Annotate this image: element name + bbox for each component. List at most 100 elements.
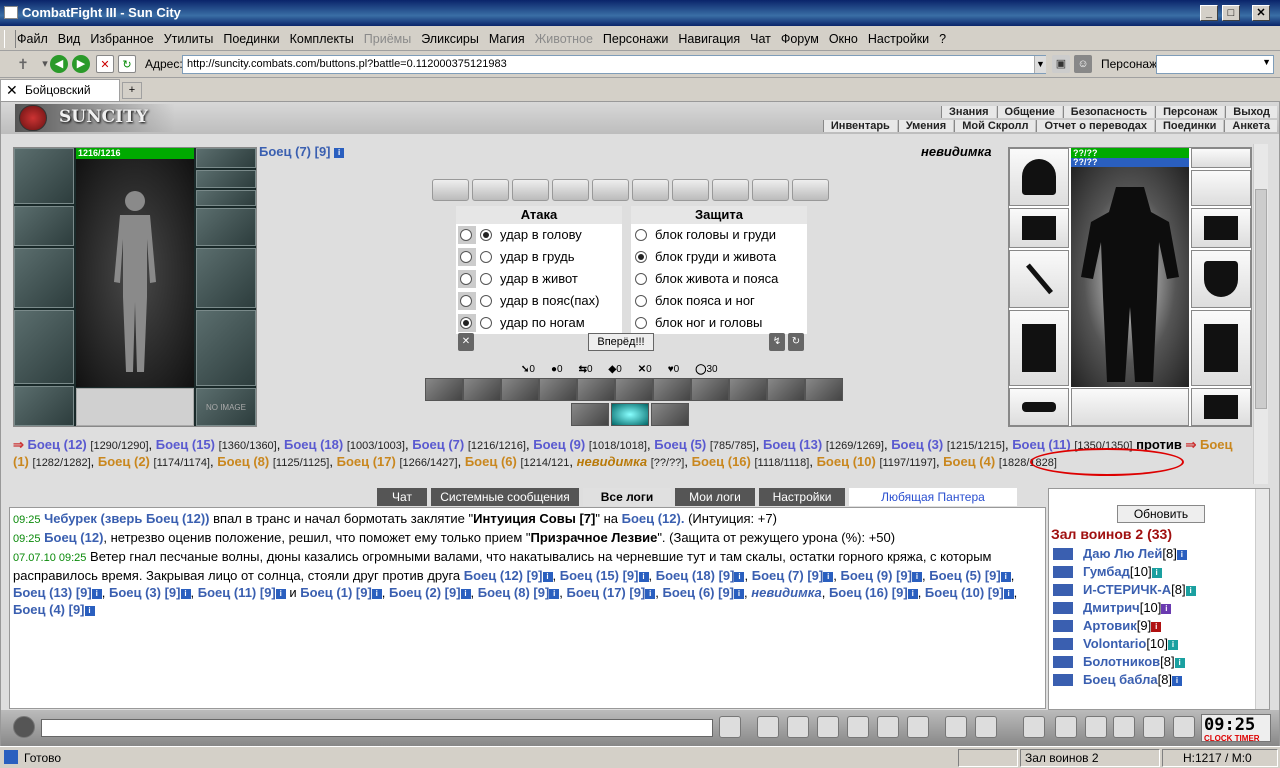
player-row[interactable]: Гумбад[10] i bbox=[1053, 563, 1253, 581]
defend-option[interactable]: блок ног и головы bbox=[631, 312, 807, 334]
legs-slot[interactable] bbox=[196, 310, 256, 386]
info-icon[interactable]: i bbox=[91, 589, 102, 599]
info-icon[interactable]: i bbox=[1000, 572, 1011, 582]
log-tab[interactable]: Настройки bbox=[759, 488, 845, 506]
info-icon[interactable]: i bbox=[645, 589, 656, 599]
scroll-slot[interactable] bbox=[472, 179, 509, 201]
nav-link[interactable]: Поединки bbox=[1155, 120, 1224, 132]
nav-link[interactable]: Мой Скролл bbox=[954, 120, 1036, 132]
player-row[interactable]: Артовик[9] i bbox=[1053, 617, 1253, 635]
fighter-link[interactable]: Боец (15) bbox=[156, 437, 215, 452]
log-name[interactable]: Боец (2) [9] bbox=[389, 585, 461, 600]
skill-icon[interactable] bbox=[691, 378, 729, 401]
fighter-link[interactable]: Боец (9) bbox=[533, 437, 585, 452]
skill-icon[interactable] bbox=[611, 403, 649, 426]
save-icon[interactable] bbox=[817, 716, 839, 738]
log-name[interactable]: Боец (9) [9] bbox=[840, 568, 912, 583]
refresh-button[interactable]: Обновить bbox=[1117, 505, 1205, 523]
log-name[interactable]: Боец (4) [9] bbox=[13, 602, 85, 617]
info-icon[interactable]: i bbox=[1151, 622, 1162, 632]
player-row[interactable]: И-СТЕРИЧК-А[8] i bbox=[1053, 581, 1253, 599]
radio[interactable] bbox=[480, 251, 492, 263]
chat-input[interactable] bbox=[41, 719, 713, 737]
player-row[interactable]: Дмитрич[10] i bbox=[1053, 599, 1253, 617]
speed-icon[interactable] bbox=[877, 716, 899, 738]
info-icon[interactable]: i bbox=[638, 572, 649, 582]
scroll-slot[interactable] bbox=[712, 179, 749, 201]
extra-slots[interactable] bbox=[76, 388, 194, 426]
player-row[interactable]: Volontario[10] i bbox=[1053, 635, 1253, 653]
info-icon[interactable]: i bbox=[1168, 640, 1178, 650]
menu-item[interactable]: ? bbox=[934, 27, 951, 51]
fighter-link[interactable]: Боец (8) bbox=[217, 454, 269, 469]
boots-slot[interactable]: NO IMAGE bbox=[196, 388, 256, 426]
menu-item[interactable]: Форум bbox=[776, 27, 824, 51]
player-name[interactable]: Дмитрич bbox=[1083, 600, 1140, 615]
nav-link[interactable]: Анкета bbox=[1224, 120, 1277, 132]
player-name[interactable]: Даю Лю Лей bbox=[1083, 546, 1162, 561]
filter-icon[interactable] bbox=[787, 716, 809, 738]
radio[interactable] bbox=[635, 251, 647, 263]
log-name[interactable]: Боец (15) [9] bbox=[560, 568, 639, 583]
radio-left[interactable] bbox=[460, 317, 472, 329]
invisible-fighter-link[interactable]: невидимка bbox=[577, 454, 647, 469]
tool-icon[interactable]: ▣ bbox=[1052, 55, 1070, 73]
close-tab-icon[interactable]: ✕ bbox=[6, 80, 18, 100]
tab-combats[interactable]: ✕ Бойцовский клуб bbox=[0, 79, 120, 117]
radio[interactable] bbox=[480, 295, 492, 307]
menu-item[interactable]: Персонажи bbox=[598, 27, 673, 51]
radio-left[interactable] bbox=[460, 273, 472, 285]
walk-icon[interactable] bbox=[847, 716, 869, 738]
info-icon[interactable]: i bbox=[907, 589, 918, 599]
sound-icon[interactable] bbox=[907, 716, 929, 738]
log-name[interactable]: Боец (7) [9] bbox=[752, 568, 824, 583]
menu-item[interactable]: Эликсиры bbox=[416, 27, 484, 51]
info-icon[interactable]: i bbox=[1151, 568, 1162, 578]
auto-attack-icon[interactable]: ↯ bbox=[769, 333, 785, 351]
info-icon[interactable]: i bbox=[460, 589, 471, 599]
attack-option[interactable]: удар в грудь bbox=[456, 246, 622, 268]
log-tab[interactable]: Все логи bbox=[583, 488, 671, 506]
menu-item[interactable]: Навигация bbox=[673, 27, 745, 51]
info-icon[interactable]: i bbox=[334, 148, 345, 158]
player-name[interactable]: Боец бабла bbox=[1083, 672, 1158, 687]
back-icon[interactable]: ◀ bbox=[50, 55, 68, 73]
radio[interactable] bbox=[480, 317, 492, 329]
menu-item[interactable]: Файл bbox=[12, 27, 53, 51]
info-icon[interactable]: i bbox=[84, 606, 95, 616]
bracers-slot[interactable] bbox=[14, 206, 74, 246]
player-name[interactable]: Артовик bbox=[1083, 618, 1137, 633]
fighter-link[interactable]: Боец (17) bbox=[337, 454, 396, 469]
info-icon[interactable]: i bbox=[542, 572, 553, 582]
log-name[interactable]: Боец (12). bbox=[622, 511, 685, 526]
enemy-helmet-slot[interactable] bbox=[1009, 148, 1069, 206]
log-name[interactable]: Боец (10) [9] bbox=[925, 585, 1004, 600]
menu-item[interactable]: Настройки bbox=[863, 27, 934, 51]
player-name[interactable]: Volontario bbox=[1083, 636, 1146, 651]
skill-icon[interactable] bbox=[767, 378, 805, 401]
info-icon[interactable]: i bbox=[1176, 550, 1187, 560]
refresh-battle-icon[interactable]: ↻ bbox=[788, 333, 804, 351]
skill-icon[interactable] bbox=[571, 403, 609, 426]
enemy-armor-slot[interactable] bbox=[1009, 310, 1069, 386]
menu-item[interactable]: Магия bbox=[484, 27, 530, 51]
send-icon[interactable] bbox=[719, 716, 741, 738]
defend-option[interactable]: блок головы и груди bbox=[631, 224, 807, 246]
nav-link[interactable]: Безопасность bbox=[1062, 106, 1155, 118]
fighter-link[interactable]: Боец (2) bbox=[98, 454, 150, 469]
earrings-slot[interactable] bbox=[196, 148, 256, 168]
nav-link[interactable]: Знания bbox=[941, 106, 996, 118]
menu-item[interactable]: Окно bbox=[824, 27, 863, 51]
info-icon[interactable]: i bbox=[911, 572, 922, 582]
log-name[interactable]: Боец (12) bbox=[44, 530, 103, 545]
skill-icon[interactable] bbox=[653, 378, 691, 401]
nav-link[interactable]: Инвентарь bbox=[822, 120, 897, 132]
log-name[interactable]: невидимка bbox=[751, 585, 821, 600]
log-name[interactable]: Боец (1) [9] bbox=[300, 585, 372, 600]
log-name[interactable]: Боец (12) [9] bbox=[464, 568, 543, 583]
fighter-link[interactable]: Боец (10) bbox=[817, 454, 876, 469]
log-name[interactable]: Чебурек (зверь Боец (12)) bbox=[44, 511, 209, 526]
right-fighter-name[interactable]: невидимка bbox=[921, 144, 991, 159]
bag-icon[interactable] bbox=[1023, 716, 1045, 738]
skill-icon[interactable] bbox=[425, 378, 463, 401]
